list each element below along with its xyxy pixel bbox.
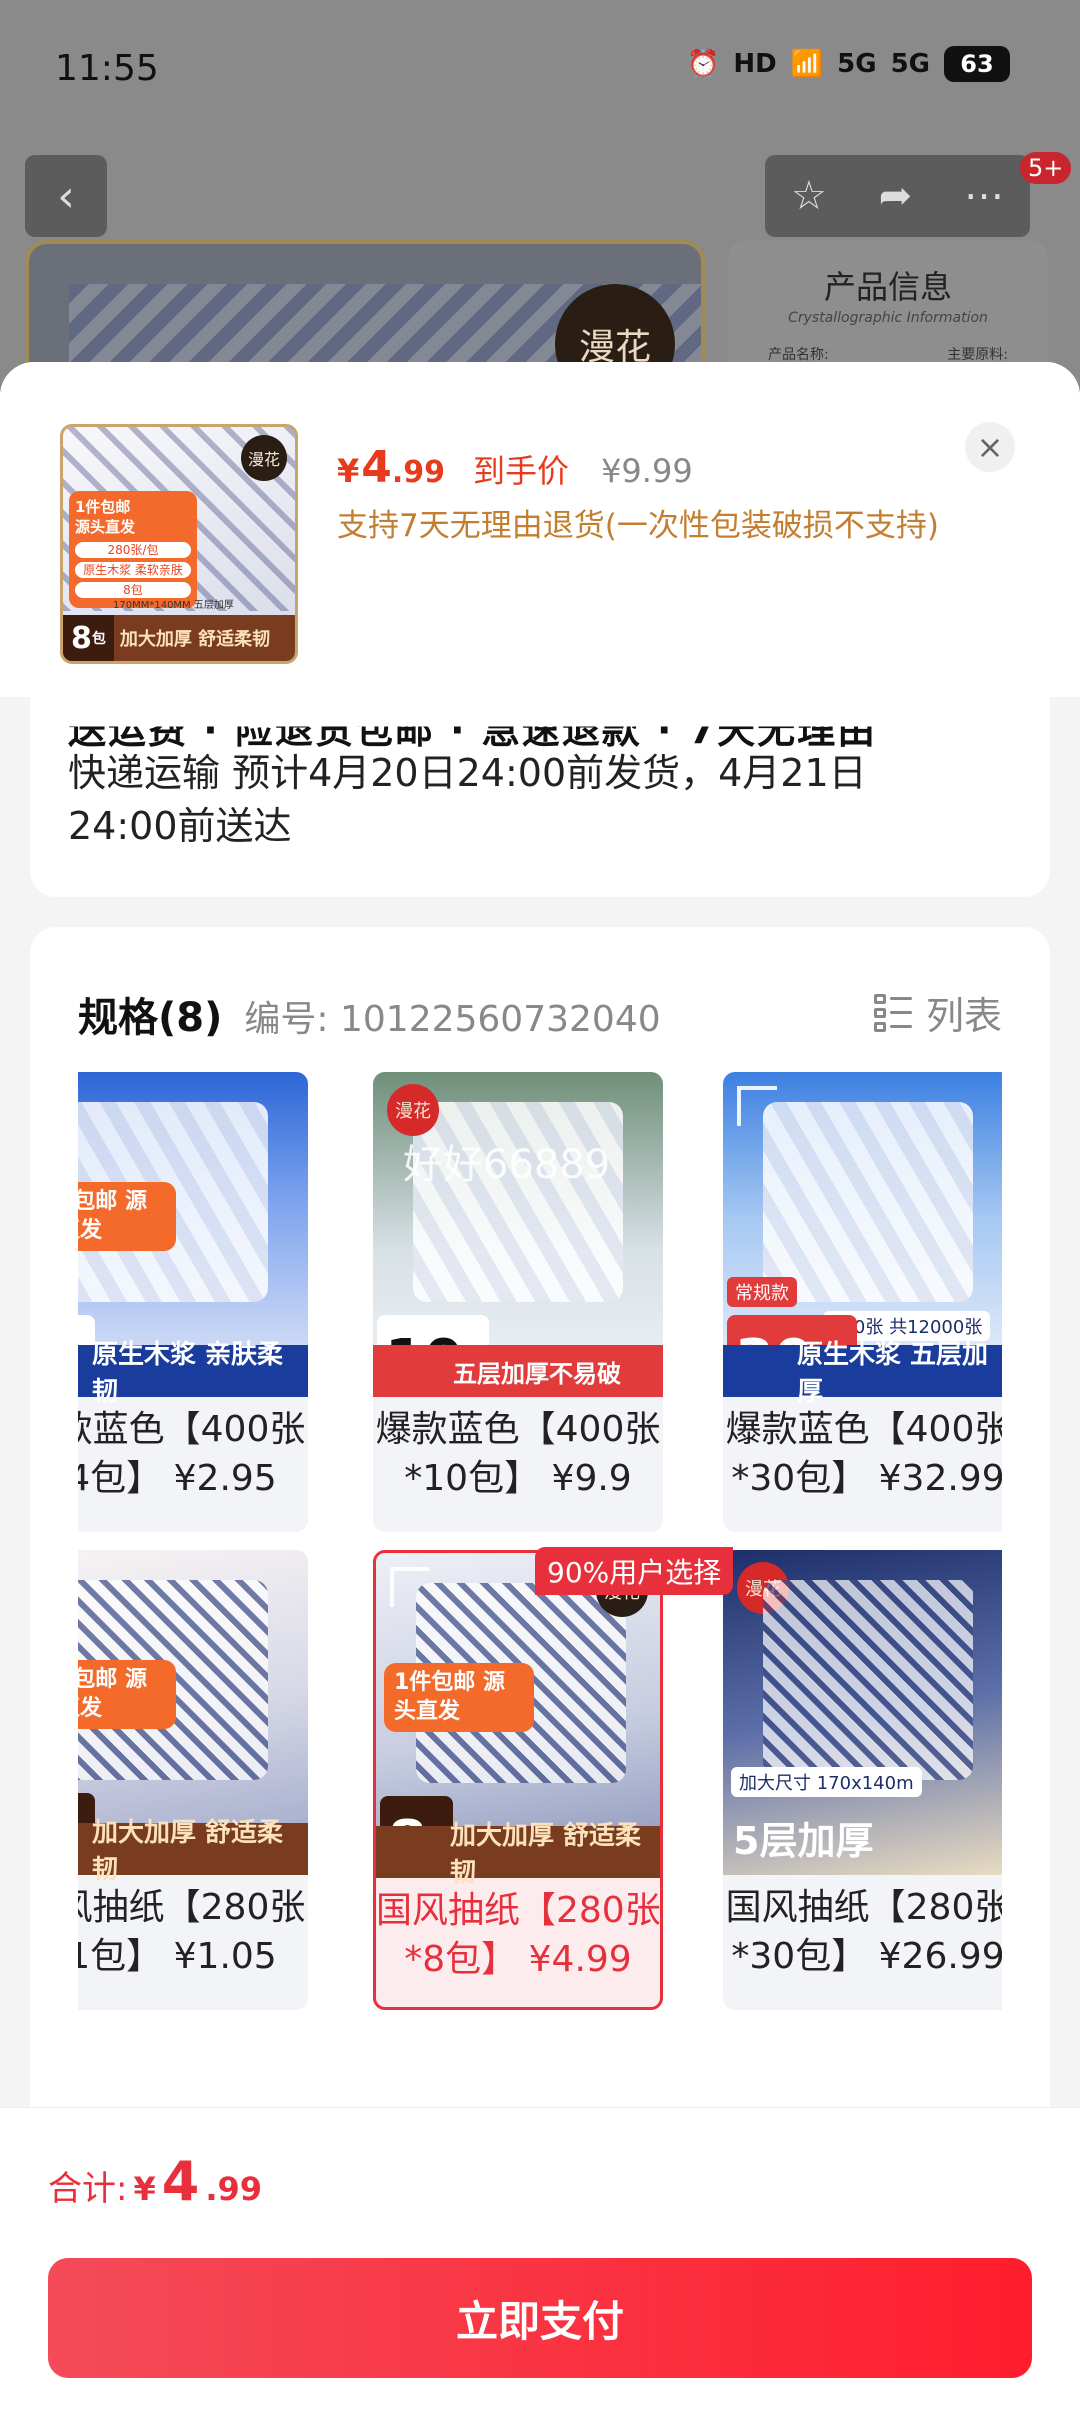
promo-chip: 1件包邮 源头直发 280张/包 原生木浆 柔软亲肤 8包 — [69, 491, 197, 609]
list-label: 列表 — [925, 994, 1002, 1038]
option-image: 1件包邮 源头直发 4包 原生木浆 亲肤柔韧 — [78, 1072, 308, 1407]
option-image: 漫花 好好66889 10包 五层加厚不易破 — [373, 1072, 663, 1397]
signal-icon-2: 5G — [890, 49, 930, 79]
total-price: 合计: ¥ 4 .99 — [48, 2150, 262, 2213]
info-subtitle: Crystallographic Information — [788, 310, 988, 326]
total-decimal: .99 — [205, 2170, 262, 2208]
package-image — [763, 1102, 973, 1302]
back-button[interactable]: ‹ — [25, 155, 107, 237]
promo-chip: 1件包邮 源头直发 — [384, 1663, 534, 1733]
pack-count: 8包 — [63, 615, 114, 661]
thumbnail-bottom-text: 加大加厚 舒适柔韧 — [119, 629, 271, 650]
purchase-sheet: 漫花 1件包邮 源头直发 280张/包 原生木浆 柔软亲肤 8包 170MM*1… — [0, 362, 1080, 2412]
price-currency: ¥ — [337, 452, 360, 490]
close-button[interactable]: × — [965, 422, 1015, 472]
spec-option-selected[interactable]: 漫花 1件包邮 源头直发 8包 加大加厚 舒适柔韧 国风抽纸【280张*8包】 … — [373, 1550, 663, 2010]
watermark-text: 好好66889 — [403, 1142, 611, 1188]
option-image: 漫花 1件包邮 源头直发 8包 加大加厚 舒适柔韧 — [376, 1553, 660, 1888]
spec-option[interactable]: 漫花 好好66889 10包 五层加厚不易破 爆款蓝色【400张*10包】 ¥9… — [373, 1072, 663, 1532]
spec-header: 规格(8) 编号: 10122560732040 — [78, 985, 661, 1043]
option-image: 400张 共12000张 常规款 30包装 原生木浆 五层加厚 — [723, 1072, 1002, 1407]
spec-option[interactable]: 400张 共12000张 常规款 30包装 原生木浆 五层加厚 爆款蓝色【400… — [723, 1072, 1002, 1532]
star-icon[interactable]: ☆ — [791, 173, 827, 219]
spec-option[interactable]: 1件包邮 源头直发 1包 加大加厚 舒适柔韧 国风抽纸【280张*1包】 ¥1.… — [78, 1550, 308, 2010]
more-icon[interactable]: ⋯ — [964, 173, 1004, 219]
checkout-footer: 合计: ¥ 4 .99 立即支付 — [0, 2107, 1080, 2412]
option-label: 国风抽纸【280张 *8包】 ¥4.99 — [376, 1890, 660, 1980]
close-icon: × — [976, 428, 1004, 466]
service-tags-clipped: 送运费 · 险退货包邮 · 急速退款 · 7天无理由 — [68, 708, 878, 753]
option-image: 1件包邮 源头直发 1包 加大加厚 舒适柔韧 — [78, 1550, 308, 1885]
promo-sheets: 280张/包 — [75, 541, 191, 558]
info-title: 产品信息 — [823, 268, 952, 306]
list-view-toggle[interactable]: 列表 — [873, 985, 1002, 1040]
delivery-estimate: 快递运输 预计4月20日24:00前发货，4月21日24:00前送达 — [68, 751, 867, 849]
option-label: 爆款蓝色【400张 *10包】 ¥9.9 — [375, 1409, 661, 1499]
brand-logo: 漫花 — [241, 435, 287, 481]
option-feature-bar: 加大加厚 舒适柔韧 — [376, 1821, 660, 1888]
promo-direct: 源头直发 — [75, 518, 136, 537]
promo-free-shipping: 1件包邮 — [75, 498, 131, 516]
share-icon[interactable]: ➦ — [879, 173, 913, 219]
spec-code: 编号: 10122560732040 — [244, 999, 661, 1040]
option-feature-bar: 原生木浆 亲肤柔韧 — [78, 1340, 308, 1407]
option-feature-bar: 原生木浆 五层加厚 — [723, 1340, 1002, 1407]
brand-logo: 漫花 — [387, 1084, 439, 1136]
promo-features: 原生木浆 柔软亲肤 — [75, 561, 191, 578]
original-price: ¥9.99 — [601, 452, 693, 490]
product-thumbnail[interactable]: 漫花 1件包邮 源头直发 280张/包 原生木浆 柔软亲肤 8包 170MM*1… — [60, 424, 298, 664]
spec-option[interactable]: 漫花 加大尺寸 170x140m 5层加厚 国风抽纸【280张*30包】 ¥26… — [723, 1550, 1002, 2010]
price-label: 到手价 — [473, 452, 570, 490]
status-time: 11:55 — [55, 48, 159, 89]
option-label: 国风抽纸【280张*1包】 ¥1.05 — [78, 1887, 306, 1977]
total-integer: 4 — [161, 2150, 200, 2213]
info-key-material: 主要原料: — [947, 347, 1008, 363]
total-currency: ¥ — [133, 2170, 156, 2208]
spec-title: 规格(8) — [78, 995, 223, 1041]
chevron-left-icon: ‹ — [57, 170, 75, 222]
option-feature-bar: 五层加厚不易破 — [373, 1345, 663, 1397]
top-actions: ☆ ➦ ⋯ — [765, 155, 1030, 237]
price-integer: 4 — [361, 442, 392, 493]
wifi-icon: 📶 — [790, 49, 824, 79]
total-label: 合计: — [48, 2169, 128, 2209]
option-label: 爆款蓝色【400张*4包】 ¥2.95 — [78, 1409, 306, 1499]
size-text: 加大尺寸 170x140m — [731, 1767, 922, 1797]
status-bar: 11:55 ⏰ HD 📶 5G 5G 63 — [0, 0, 1080, 140]
price-line: ¥ 4 .99 到手价 ¥9.99 — [337, 442, 693, 493]
promo-chip: 1件包邮 源头直发 — [78, 1660, 176, 1730]
alarm-icon: ⏰ — [687, 49, 720, 79]
return-policy-note: 支持7天无理由退货(一次性包装破损不支持) — [337, 508, 939, 544]
regular-tag: 常规款 — [727, 1277, 797, 1307]
option-label: 爆款蓝色【400张 *30包】 ¥32.99 — [725, 1409, 1002, 1499]
layer-text: 5层加厚 — [733, 1819, 874, 1863]
notification-badge: 5+ — [1020, 152, 1072, 184]
pay-now-button[interactable]: 立即支付 — [48, 2258, 1032, 2378]
option-label: 国风抽纸【280张 *30包】 ¥26.99 — [725, 1887, 1002, 1977]
spec-card: 规格(8) 编号: 10122560732040 列表 1件包邮 源头直发 4包… — [30, 927, 1050, 2177]
thumbnail-dims: 170MM*140MM 五层加厚 — [113, 600, 234, 611]
thumbnail-bottom-bar: 8包 加大加厚 舒适柔韧 — [63, 615, 295, 661]
option-feature-bar: 加大加厚 舒适柔韧 — [78, 1818, 308, 1885]
promo-chip: 1件包邮 源头直发 — [78, 1182, 176, 1252]
spec-option[interactable]: 1件包邮 源头直发 4包 原生木浆 亲肤柔韧 爆款蓝色【400张*4包】 ¥2.… — [78, 1072, 308, 1532]
status-icons: ⏰ HD 📶 5G 5G 63 — [687, 46, 1010, 82]
list-icon — [873, 993, 912, 1032]
hd-icon: HD — [733, 49, 777, 79]
info-key-name: 产品名称: — [768, 347, 829, 363]
sheet-header: 漫花 1件包邮 源头直发 280张/包 原生木浆 柔软亲肤 8包 170MM*1… — [0, 362, 1080, 697]
popular-choice-tag: 90%用户选择 — [535, 1547, 734, 1595]
package-image — [763, 1580, 973, 1780]
signal-icon-1: 5G — [837, 49, 877, 79]
option-image: 漫花 加大尺寸 170x140m 5层加厚 — [723, 1550, 1002, 1875]
battery-icon: 63 — [944, 46, 1010, 82]
price-decimal: .99 — [391, 455, 446, 490]
